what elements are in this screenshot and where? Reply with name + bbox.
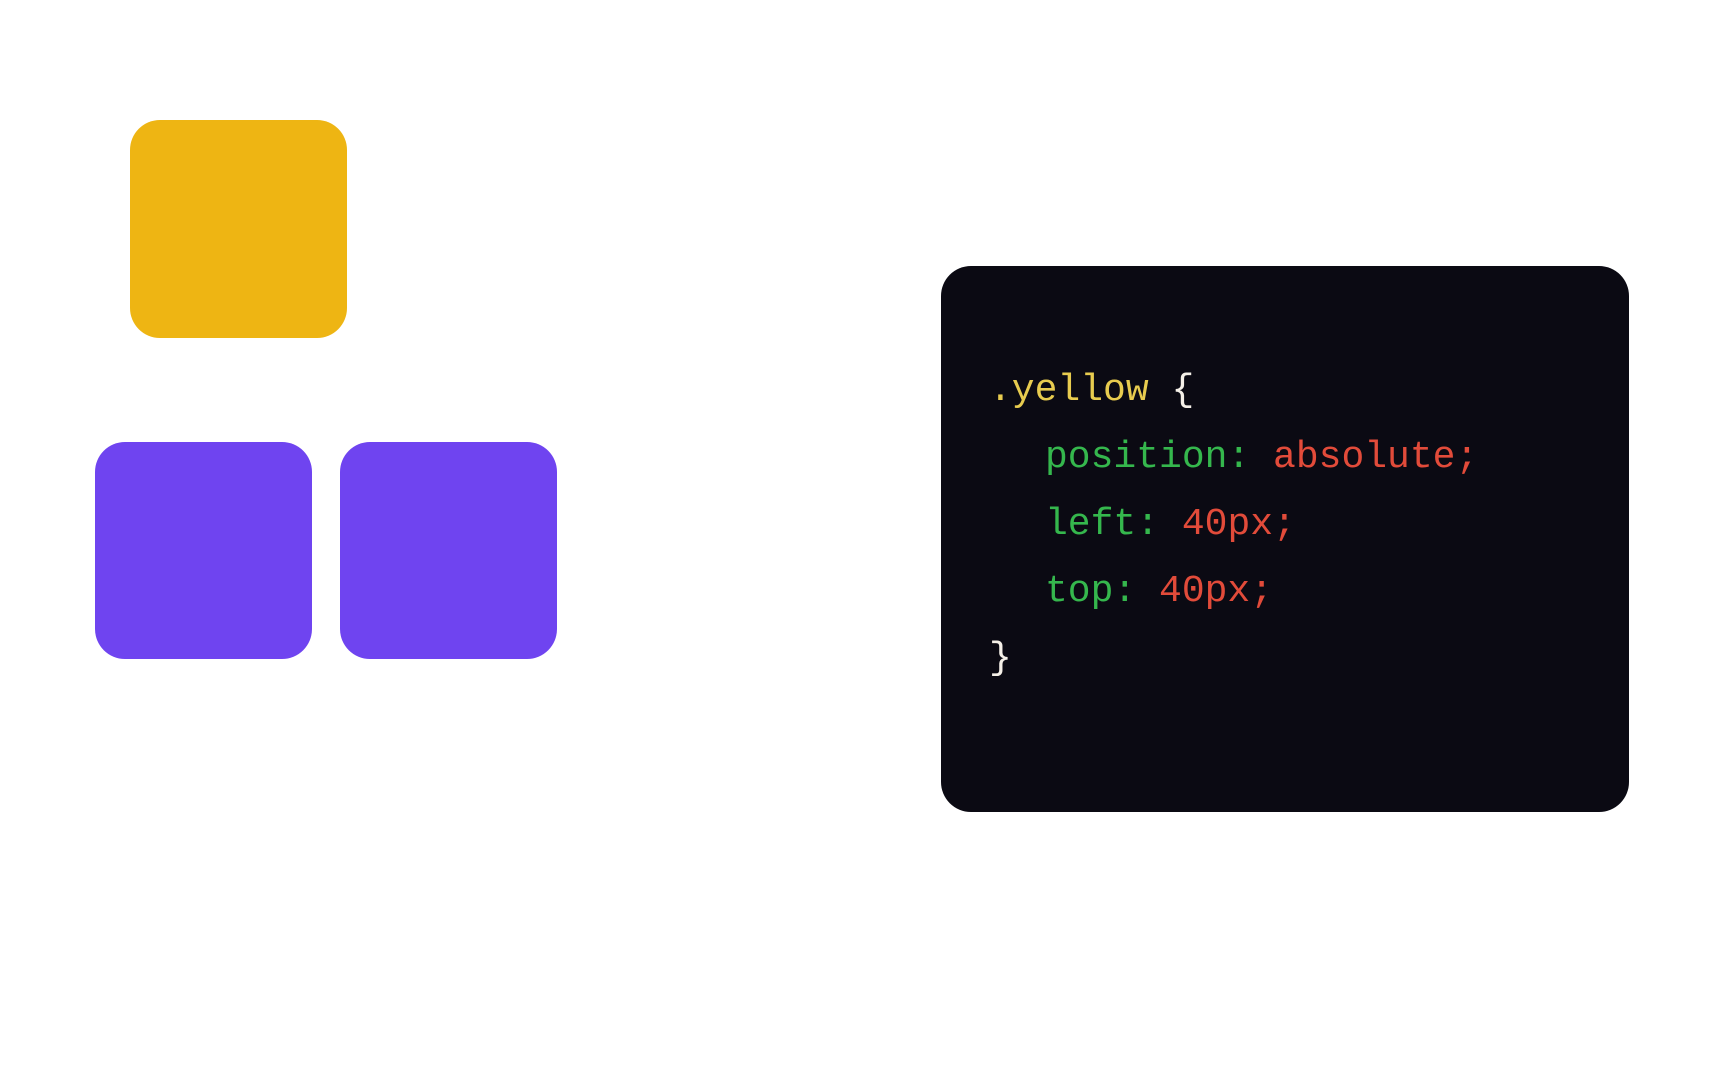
yellow-box [130, 120, 347, 338]
open-brace: { [1149, 369, 1195, 412]
purple-box-right [340, 442, 557, 659]
close-brace: } [989, 637, 1012, 680]
code-line-selector: .yellow { [989, 358, 1581, 425]
code-line-close: } [989, 626, 1581, 693]
code-line-top: top: 40px; [989, 559, 1581, 626]
purple-box-left [95, 442, 312, 659]
css-val-top: 40px; [1136, 570, 1273, 613]
css-selector: .yellow [989, 369, 1149, 412]
css-prop-position: position: [1045, 436, 1250, 479]
css-prop-top: top: [1045, 570, 1136, 613]
visual-canvas [90, 120, 590, 660]
css-val-left: 40px; [1159, 503, 1296, 546]
code-snippet-panel: .yellow { position: absolute; left: 40px… [941, 266, 1629, 812]
css-prop-left: left: [1045, 503, 1159, 546]
css-val-position: absolute; [1250, 436, 1478, 479]
code-line-left: left: 40px; [989, 492, 1581, 559]
code-line-position: position: absolute; [989, 425, 1581, 492]
